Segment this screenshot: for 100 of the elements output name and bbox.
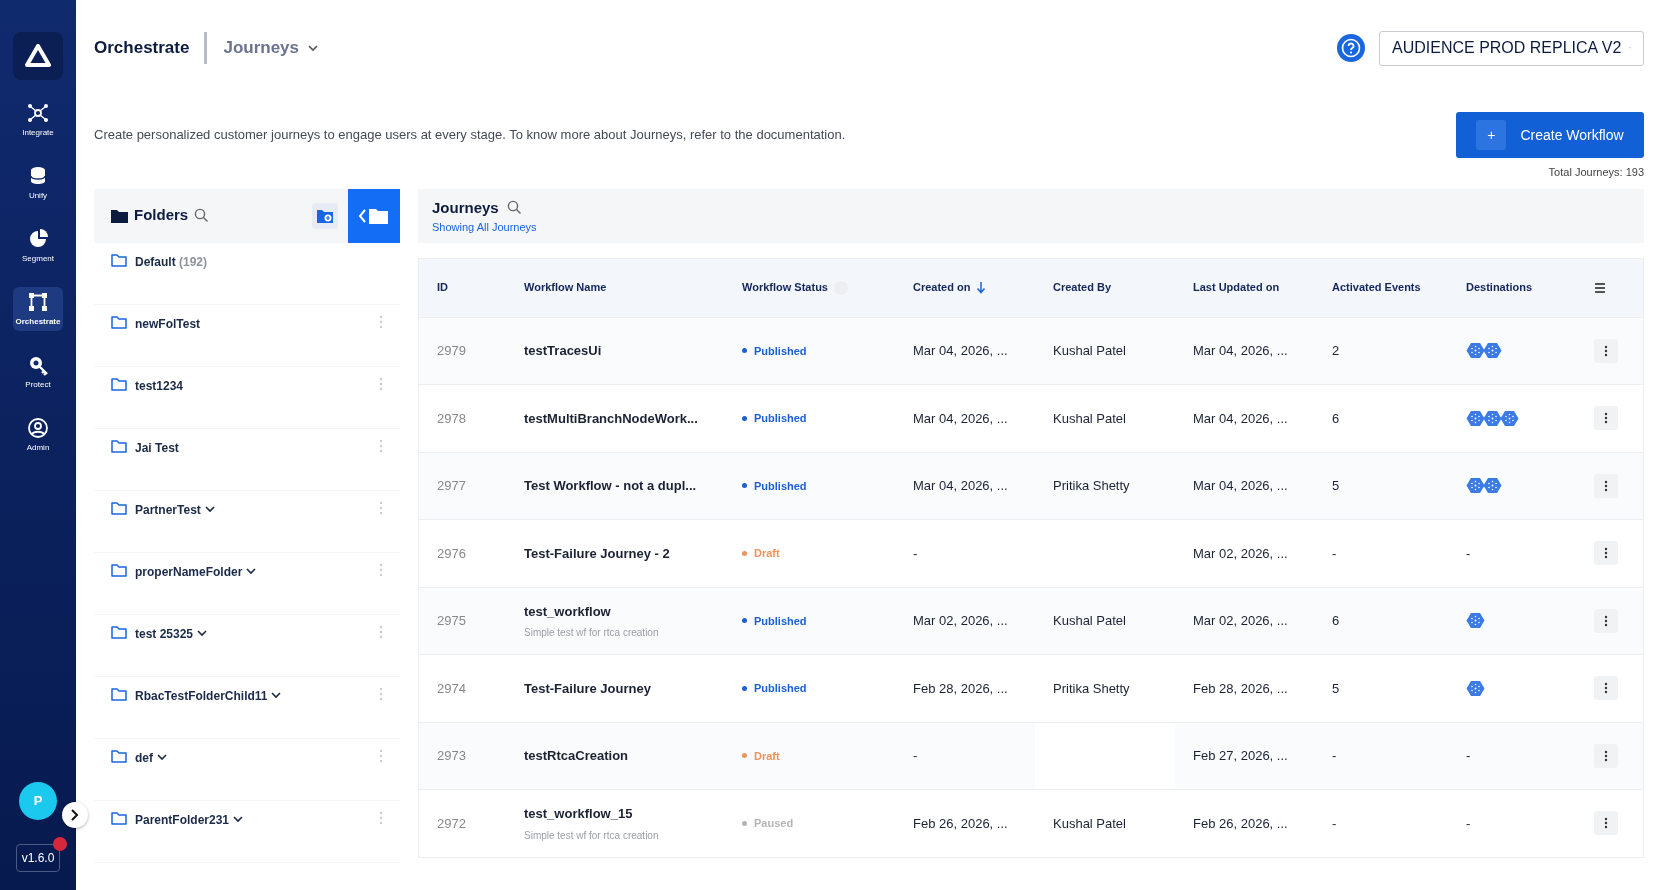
column-header: ID (437, 280, 448, 296)
workflow-name[interactable]: Test-Failure Journey (524, 678, 724, 698)
create-workflow-button[interactable]: + Create Workflow (1456, 112, 1644, 158)
date-cell-text: Mar 04, 2026, ... (913, 477, 1009, 495)
expand-button[interactable] (62, 802, 88, 828)
page-dropdown[interactable]: Journeys (223, 35, 320, 61)
chevron-right-icon (70, 808, 80, 822)
events-cell-text: - (1332, 747, 1338, 765)
nav-item[interactable]: Admin (13, 413, 63, 457)
destination-icon (1466, 409, 1485, 427)
more-icon[interactable] (379, 562, 383, 577)
row-menu-button[interactable] (1594, 743, 1618, 768)
workflow-name[interactable]: testMultiBranchNodeWork... (524, 408, 724, 428)
folder-item[interactable]: def (94, 738, 400, 801)
row-menu-button[interactable] (1594, 811, 1618, 836)
nav-item[interactable]: Protect (13, 350, 63, 394)
sort-arrow-icon[interactable] (976, 281, 987, 294)
row-menu-button[interactable] (1594, 676, 1618, 701)
row-menu-button[interactable] (1594, 608, 1618, 633)
date-cell-text: Feb 27, 2026, ... (1193, 747, 1289, 765)
logo[interactable] (13, 32, 63, 80)
module-title: Orchestrate (94, 32, 208, 64)
more-icon[interactable] (379, 624, 383, 639)
more-icon (1604, 547, 1608, 560)
folder-item[interactable]: test1234 (94, 366, 400, 429)
menu-icon[interactable] (1594, 281, 1606, 294)
help-icon[interactable] (1337, 34, 1365, 62)
workflow-name[interactable]: Test-Failure Journey - 2 (524, 543, 724, 563)
date-cell-text: Mar 02, 2026, ... (1193, 612, 1289, 630)
total-journeys: Total Journeys: 193 (1547, 165, 1644, 180)
status-label: Published (754, 411, 807, 426)
destination-icon (1483, 409, 1502, 427)
workspace-select[interactable]: AUDIENCE PROD REPLICA V2 (1379, 30, 1644, 66)
workflow-description: Simple test wf for rtca creation (524, 626, 660, 640)
folder-icon (111, 500, 127, 515)
more-icon (1604, 749, 1608, 762)
nav-item[interactable]: Orchestrate (13, 287, 63, 331)
more-icon (1604, 817, 1608, 830)
chevron-down-icon[interactable] (197, 628, 208, 637)
date-cell-text: - (913, 544, 919, 563)
status-label: Draft (754, 546, 780, 561)
status-label: Paused (754, 816, 794, 831)
id-cell-text: 2978 (437, 409, 467, 428)
workflow-name[interactable]: test_workflow_15 (524, 804, 724, 824)
nav-item[interactable]: Unify (13, 161, 63, 205)
collapse-folder-icon (358, 206, 390, 225)
more-icon[interactable] (379, 686, 383, 701)
events-cell-text: 5 (1332, 477, 1341, 495)
id-cell-text: 2977 (437, 477, 467, 495)
chevron-down-icon[interactable] (246, 566, 257, 575)
more-icon[interactable] (379, 438, 383, 453)
folder-icon (111, 438, 127, 453)
more-icon[interactable] (379, 500, 383, 515)
filter-link[interactable]: Showing All Journeys (432, 219, 1630, 236)
collapse-folders-button[interactable] (348, 188, 400, 243)
search-icon[interactable] (194, 208, 210, 223)
row-menu-button[interactable] (1594, 338, 1618, 363)
id-cell-text: 2976 (437, 544, 467, 563)
panel-title: Folders (134, 205, 189, 226)
folder-item[interactable]: Default (192) (94, 242, 400, 305)
more-icon[interactable] (379, 376, 383, 391)
search-icon[interactable] (506, 200, 522, 216)
creator-cell-text: Pritika Shetty (1053, 477, 1131, 495)
creator-cell-text: Kushal Patel (1053, 814, 1127, 833)
folder-item[interactable]: newFolTest (94, 304, 400, 367)
date-cell-text: - (913, 747, 919, 765)
row-menu-button[interactable] (1594, 406, 1618, 431)
folder-item[interactable]: ParentFolder231 (94, 800, 400, 863)
creator-cell-text: Kushal Patel (1053, 342, 1127, 360)
notification-icon (53, 837, 68, 851)
date-cell-text: Feb 28, 2026, ... (1193, 679, 1289, 698)
chevron-down-icon[interactable] (157, 752, 167, 761)
column-header[interactable]: Created on (913, 279, 971, 296)
destination-icon (1466, 679, 1485, 697)
folder-item[interactable]: PartnerTest (94, 490, 400, 553)
events-cell-text: 5 (1332, 679, 1341, 698)
chevron-down-icon[interactable] (233, 814, 244, 823)
nav-item[interactable]: Integrate (13, 98, 63, 142)
folder-item[interactable]: Jai Test (94, 428, 400, 491)
events-cell-text: 6 (1332, 612, 1341, 630)
workflow-name[interactable]: test_workflow (524, 601, 724, 621)
chevron-down-icon[interactable] (271, 690, 282, 699)
new-folder-button[interactable] (312, 202, 338, 229)
chevron-down-icon[interactable] (204, 504, 215, 513)
date-cell-text: Mar 02, 2026, ... (1193, 544, 1289, 563)
folder-item[interactable]: properNameFolder (94, 552, 400, 615)
folder-item[interactable]: RbacTestFolderChild11 (94, 676, 400, 739)
folder-icon (111, 624, 127, 639)
id-cell-text: 2979 (437, 342, 467, 360)
folder-icon (111, 810, 127, 825)
date-cell-text: Feb 26, 2026, ... (1193, 814, 1289, 833)
more-icon[interactable] (379, 810, 383, 825)
column-header: Last Updated on (1193, 280, 1280, 296)
row-menu-button[interactable] (1594, 541, 1618, 566)
user-icon (27, 416, 49, 439)
more-icon[interactable] (379, 748, 383, 763)
nav-item[interactable]: Segment (13, 224, 63, 268)
folder-item[interactable]: test 25325 (94, 614, 400, 677)
row-menu-button[interactable] (1594, 473, 1618, 498)
more-icon[interactable] (379, 314, 383, 329)
